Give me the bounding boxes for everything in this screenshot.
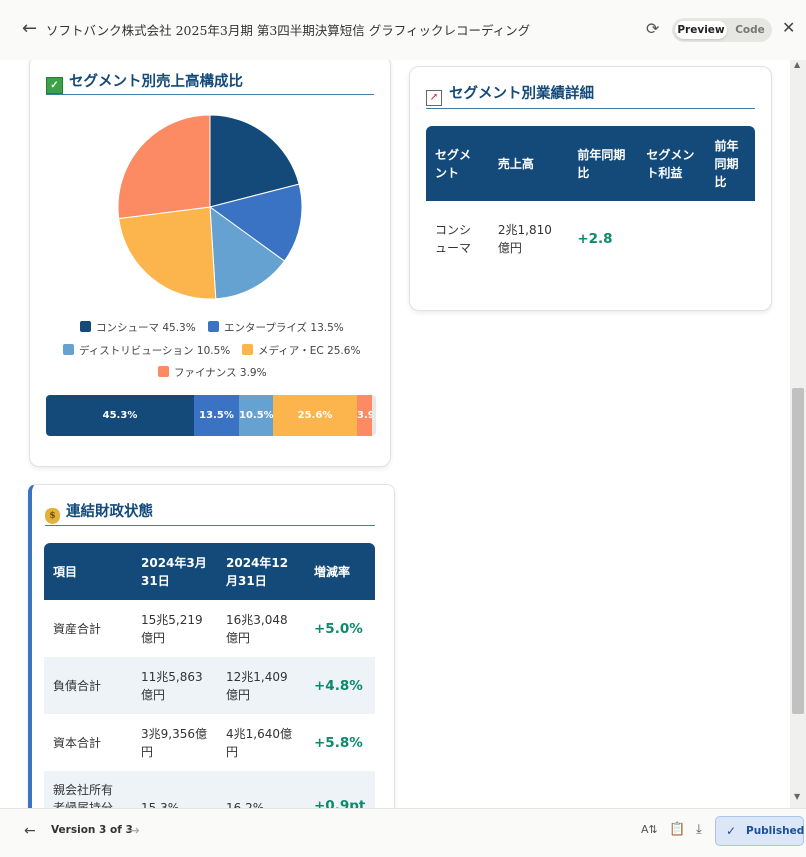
column-header: 2024年12月31日 <box>217 543 305 600</box>
stacked-bar-segment: 10.5% <box>239 395 273 436</box>
legend-item: ディストリビューション 10.5% <box>63 343 230 358</box>
table-cell: 2兆1,810億円 <box>497 223 552 255</box>
table-cell: +5.8% <box>314 734 363 751</box>
scroll-down-icon[interactable]: ▼ <box>794 792 800 801</box>
table-cell: コンシューマ <box>435 223 472 255</box>
title-underline <box>46 94 374 95</box>
table-cell: +5.0% <box>314 620 363 637</box>
published-button[interactable]: ✓ Published <box>715 816 804 846</box>
table-row: 資本合計 3兆9,356億円 4兆1,640億円 +5.8% <box>44 714 375 771</box>
segment-composition-title: ✓ セグメント別売上高構成比 <box>46 70 243 94</box>
pie-slice-4 <box>117 114 211 220</box>
financial-position-table: 項目 2024年3月31日 2024年12月31日 増減率 資産合計 15兆5,… <box>44 543 375 808</box>
preview-tab[interactable]: Preview <box>675 21 727 39</box>
table-cell: 15兆5,219億円 <box>141 612 203 645</box>
column-header: セグメント <box>426 126 489 201</box>
legend-item: コンシューマ 45.3% <box>80 320 196 335</box>
translate-icon[interactable]: A⇅ <box>641 823 658 836</box>
financial-position-card: $ 連結財政状態 項目 2024年3月31日 2024年12月31日 増減率 資産… <box>28 484 395 808</box>
table-cell: +2.8 <box>577 231 613 247</box>
table-cell: 16.2% <box>217 771 305 808</box>
table-cell <box>637 201 705 277</box>
stacked-bar-segment: 25.6% <box>273 395 357 436</box>
top-bar: ← ソフトバンク株式会社 2025年3月期 第3四半期決算短信 グラフィックレコ… <box>0 0 806 61</box>
table-cell: 12兆1,409億円 <box>217 657 305 714</box>
table-header-row: セグメント 売上高 前年同期比 セグメント利益 前年同期比 <box>426 126 755 201</box>
column-header: 増減率 <box>305 543 375 600</box>
segment-composition-card: ✓ セグメント別売上高構成比 コンシューマ 45.3% エンタープライズ 13.5… <box>29 60 391 467</box>
title-underline <box>426 108 755 109</box>
table-cell: +0.9pt <box>305 771 375 808</box>
table-cell: 親会社所有者帰属持分 <box>44 771 132 808</box>
column-header: 前年同期比 <box>705 126 755 201</box>
close-icon[interactable]: ✕ <box>782 18 795 37</box>
column-header: 2024年3月31日 <box>132 543 217 600</box>
table-cell: 3兆9,356億円 <box>141 726 207 759</box>
scroll-up-icon[interactable]: ▲ <box>794 60 800 69</box>
table-row: コンシューマ 2兆1,810億円 +2.8 <box>426 201 755 277</box>
table-row: 資産合計 15兆5,219億円 16兆3,048億円 +5.0% <box>44 600 375 657</box>
table-cell: +4.8% <box>305 657 375 714</box>
pie-slice-3 <box>118 206 217 300</box>
stacked-bar-segment: 45.3% <box>46 395 194 436</box>
segment-detail-table: セグメント 売上高 前年同期比 セグメント利益 前年同期比 コンシューマ 2兆1… <box>426 126 755 277</box>
preview-content: ✓ セグメント別売上高構成比 コンシューマ 45.3% エンタープライズ 13.5… <box>0 60 790 808</box>
legend-swatch <box>158 366 169 377</box>
stacked-bar: 45.3% 13.5% 10.5% 25.6% 3.9% <box>46 395 376 436</box>
table-cell <box>705 201 755 277</box>
stacked-bar-remainder <box>372 395 376 436</box>
chart-up-icon: ✓ <box>46 77 63 94</box>
legend-item: エンタープライズ 13.5% <box>208 320 344 335</box>
back-arrow-icon[interactable]: ← <box>22 18 37 39</box>
code-tab[interactable]: Code <box>730 21 770 39</box>
legend-item: メディア・EC 25.6% <box>242 343 360 358</box>
table-cell: 15.3% <box>132 771 217 808</box>
pie-chart <box>117 114 303 300</box>
download-icon[interactable]: ⤓ <box>696 822 702 837</box>
column-header: 前年同期比 <box>568 126 638 201</box>
check-circle-icon: ✓ <box>726 824 737 838</box>
legend-item: ファイナンス 3.9% <box>158 365 267 380</box>
clipboard-icon[interactable]: 📋 <box>669 822 685 837</box>
table-cell: 11兆5,863億円 <box>132 657 217 714</box>
stacked-bar-segment: 13.5% <box>194 395 239 436</box>
refresh-icon[interactable]: ⟳ <box>646 19 659 38</box>
table-cell: 16兆3,048億円 <box>226 612 288 645</box>
title-underline <box>45 525 375 526</box>
preview-code-toggle: Preview Code <box>672 18 772 42</box>
legend-swatch <box>80 321 91 332</box>
table-cell: 4兆1,640億円 <box>226 726 292 759</box>
segment-detail-title: ↗ セグメント別業績詳細 <box>426 82 594 106</box>
table-cell: 資産合計 <box>53 621 102 636</box>
legend-swatch <box>63 344 74 355</box>
money-bag-icon: $ <box>45 508 60 524</box>
scrollbar[interactable]: ▲ ▼ <box>790 60 806 808</box>
table-row: 親会社所有者帰属持分 15.3% 16.2% +0.9pt <box>44 771 375 808</box>
financial-position-title: $ 連結財政状態 <box>45 500 153 524</box>
column-header: 項目 <box>44 543 132 600</box>
table-row: 負債合計 11兆5,863億円 12兆1,409億円 +4.8% <box>44 657 375 714</box>
table-cell: 資本合計 <box>53 735 102 750</box>
chart-line-icon: ↗ <box>426 90 442 106</box>
document-title: ソフトバンク株式会社 2025年3月期 第3四半期決算短信 グラフィックレコーデ… <box>46 23 531 38</box>
column-header: セグメント利益 <box>637 126 706 201</box>
stacked-bar-segment: 3.9% <box>357 395 372 436</box>
table-header-row: 項目 2024年3月31日 2024年12月31日 増減率 <box>44 543 375 600</box>
table-cell: 負債合計 <box>44 657 132 714</box>
version-label: Version 3 of 3 <box>51 824 133 836</box>
column-header: 売上高 <box>488 126 569 201</box>
legend-swatch <box>208 321 219 332</box>
segment-detail-card: ↗ セグメント別業績詳細 セグメント 売上高 前年同期比 セグメント利益 前年同期… <box>409 66 772 311</box>
legend-swatch <box>242 344 253 355</box>
bottom-bar: ← Version 3 of 3 → A⇅ 📋 ⤓ ✓ Published <box>0 808 806 857</box>
previous-version-icon[interactable]: ← <box>24 823 36 839</box>
next-version-icon[interactable]: → <box>128 823 140 839</box>
scrollbar-thumb[interactable] <box>792 388 804 714</box>
